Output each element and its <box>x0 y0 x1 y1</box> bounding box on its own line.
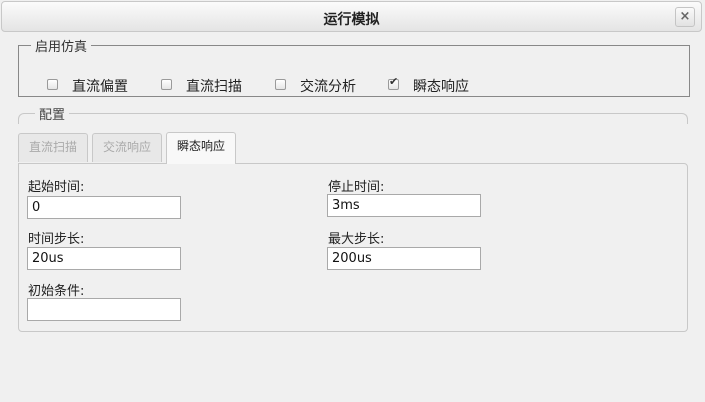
config-legend: 配置 <box>39 108 66 123</box>
config-group: 配置 <box>18 104 688 124</box>
dc-bias-checkbox[interactable] <box>47 79 58 90</box>
max-step-label: 最大步长: <box>328 232 385 247</box>
tab-transient-response[interactable]: 瞬态响应 <box>166 132 236 164</box>
start-time-input[interactable] <box>27 196 181 219</box>
enable-simulation-legend: 启用仿真 <box>35 40 88 55</box>
transient-checkbox[interactable]: ✔ <box>388 75 399 90</box>
dc-sweep-label: 直流扫描 <box>186 79 242 95</box>
dc-bias-label: 直流偏置 <box>72 79 128 95</box>
close-button[interactable]: × <box>675 7 695 27</box>
transient-settings-panel: 起始时间: 停止时间: 时间步长: 最大步长: 初始条件: <box>18 163 688 332</box>
run-simulation-dialog: 运行模拟 × 启用仿真 直流偏置 直流扫描 交流分析 ✔ 瞬态响应 配置 直流扫… <box>0 0 705 402</box>
initial-condition-label: 初始条件: <box>28 284 85 299</box>
max-step-input[interactable] <box>327 247 481 270</box>
dialog-titlebar: 运行模拟 × <box>1 1 702 32</box>
ac-analysis-checkbox[interactable] <box>275 79 286 90</box>
dc-sweep-checkbox[interactable] <box>161 79 172 90</box>
initial-condition-input[interactable] <box>27 298 181 321</box>
time-step-label: 时间步长: <box>28 232 85 247</box>
tab-ac-response[interactable]: 交流响应 <box>92 133 162 162</box>
dialog-title: 运行模拟 <box>323 12 380 28</box>
ac-analysis-label: 交流分析 <box>300 79 356 95</box>
simulation-options: 直流偏置 直流扫描 交流分析 ✔ 瞬态响应 <box>19 75 689 95</box>
close-icon: × <box>679 9 691 24</box>
transient-label: 瞬态响应 <box>413 79 469 95</box>
tab-dc-sweep[interactable]: 直流扫描 <box>18 133 88 162</box>
start-time-label: 起始时间: <box>28 180 85 195</box>
enable-simulation-group: 启用仿真 直流偏置 直流扫描 交流分析 ✔ 瞬态响应 <box>18 36 690 97</box>
stop-time-label: 停止时间: <box>328 180 385 195</box>
time-step-input[interactable] <box>27 247 181 270</box>
check-mark-icon: ✔ <box>389 75 399 88</box>
stop-time-input[interactable] <box>327 194 481 217</box>
